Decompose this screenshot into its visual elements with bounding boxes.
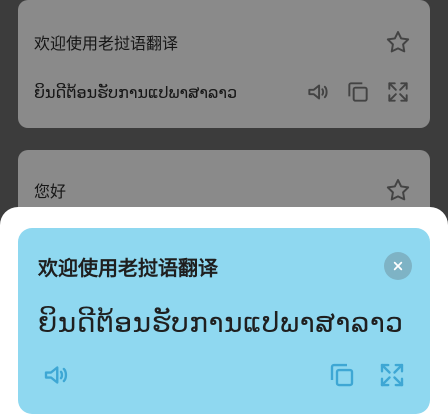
speaker-icon[interactable]	[302, 78, 334, 106]
history-translation-text: ຍິນດີຕ້ອນຮັບການແປພາສາລາວ	[34, 82, 238, 102]
history-card[interactable]: 欢迎使用老挝语翻译 ຍິນດີຕ້ອນຮັບການແປພາສາລາວ	[18, 0, 430, 128]
history-source-text: 您好	[34, 182, 67, 201]
popup-translation-text: ຍິນດີຕ້ອນຮັບການແປພາສາລາວ	[38, 306, 404, 339]
speaker-icon[interactable]	[38, 358, 74, 392]
star-icon[interactable]	[382, 176, 414, 204]
expand-icon[interactable]	[374, 358, 410, 392]
star-icon[interactable]	[382, 28, 414, 56]
expand-icon[interactable]	[382, 78, 414, 106]
popup-right-actions	[324, 358, 410, 392]
copy-icon[interactable]	[324, 358, 360, 392]
popup-actions	[38, 358, 410, 392]
history-row-source: 欢迎使用老挝语翻译	[34, 28, 414, 56]
history-translation-actions	[302, 78, 414, 106]
popup-title: 欢迎使用老挝语翻译	[38, 256, 218, 280]
history-row-translation: ຍິນດີຕ້ອນຮັບການແປພາສາລາວ	[34, 78, 414, 106]
close-icon[interactable]	[384, 252, 412, 280]
history-row-source: 您好	[34, 176, 414, 204]
copy-icon[interactable]	[342, 78, 374, 106]
translation-popup: 欢迎使用老挝语翻译 ຍິນດີຕ້ອນຮັບການແປພາສາລາວ	[18, 228, 430, 414]
history-source-text: 欢迎使用老挝语翻译	[34, 34, 179, 53]
